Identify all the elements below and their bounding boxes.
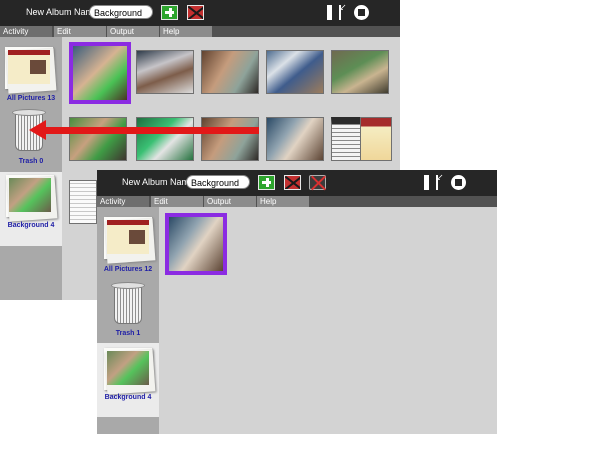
all-pictures-label: All Pictures 12 bbox=[103, 266, 153, 273]
tab-activity[interactable]: Activity bbox=[97, 196, 149, 207]
background-album[interactable] bbox=[6, 175, 58, 222]
album-name-input[interactable]: Background bbox=[89, 5, 153, 19]
tab-bar: Activity Edit Output Help bbox=[97, 196, 497, 207]
album-sidebar: All Pictures 12 Trash 1 Background 4 bbox=[97, 207, 159, 434]
add-album-icon[interactable] bbox=[161, 5, 178, 20]
photo-thumbnail[interactable] bbox=[201, 117, 259, 161]
all-pictures-label: All Pictures 13 bbox=[6, 95, 56, 102]
tab-help[interactable]: Help bbox=[160, 26, 212, 37]
tab-activity[interactable]: Activity bbox=[0, 26, 52, 37]
photo-thumbnail[interactable] bbox=[69, 117, 127, 161]
tab-output[interactable]: Output bbox=[204, 196, 256, 207]
delete-album-icon[interactable] bbox=[284, 175, 301, 190]
album-name-input[interactable]: Background bbox=[186, 175, 250, 189]
drag-arrow bbox=[44, 127, 259, 134]
photo-thumbnail[interactable] bbox=[360, 117, 392, 161]
photo-thumbnail[interactable] bbox=[136, 117, 194, 161]
photo-thumbnail[interactable] bbox=[69, 42, 131, 104]
photo-thumbnail[interactable] bbox=[201, 50, 259, 94]
background-label: Background 4 bbox=[104, 394, 152, 401]
delete-album-icon[interactable] bbox=[187, 5, 204, 20]
tab-help[interactable]: Help bbox=[257, 196, 309, 207]
stop-icon[interactable] bbox=[354, 5, 369, 20]
toolbar: New Album Name: Background bbox=[97, 170, 497, 196]
trash-can-body bbox=[114, 287, 142, 324]
background-album[interactable] bbox=[104, 348, 156, 395]
tab-output[interactable]: Output bbox=[107, 26, 159, 37]
photo-tray bbox=[159, 207, 497, 434]
tab-edit[interactable]: Edit bbox=[54, 26, 106, 37]
trash-can-lid bbox=[111, 282, 145, 289]
front-window: New Album Name: Background Activity Edit… bbox=[97, 170, 497, 434]
photo-thumbnail[interactable] bbox=[331, 50, 389, 94]
background-label: Background 4 bbox=[7, 222, 55, 229]
album-thumbnail bbox=[107, 220, 149, 254]
photo-thumbnail[interactable] bbox=[69, 180, 97, 224]
trash-label: Trash 1 bbox=[115, 330, 141, 337]
album-sidebar: All Pictures 13 Trash 0 Background 4 bbox=[0, 37, 62, 300]
trash-can-lid bbox=[12, 109, 46, 116]
tab-bar: Activity Edit Output Help bbox=[0, 26, 400, 37]
all-pictures-album[interactable] bbox=[104, 217, 156, 264]
photo-thumbnail[interactable] bbox=[136, 50, 194, 94]
photo-thumbnail[interactable] bbox=[266, 117, 324, 161]
remove-image-icon[interactable] bbox=[309, 175, 326, 190]
stop-icon[interactable] bbox=[451, 175, 466, 190]
trash-icon[interactable] bbox=[111, 282, 145, 324]
photo-thumbnail[interactable] bbox=[165, 213, 227, 275]
album-thumbnail bbox=[107, 351, 149, 385]
trash-label: Trash 0 bbox=[18, 158, 44, 165]
album-thumbnail bbox=[8, 50, 50, 84]
toolbar: New Album Name: Background bbox=[0, 0, 400, 26]
photo-thumbnail[interactable] bbox=[266, 50, 324, 94]
drag-arrow-head-icon bbox=[29, 120, 46, 140]
fit-view-icon[interactable] bbox=[424, 172, 444, 190]
fit-view-icon[interactable] bbox=[327, 2, 347, 20]
tab-edit[interactable]: Edit bbox=[151, 196, 203, 207]
add-album-icon[interactable] bbox=[258, 175, 275, 190]
all-pictures-album[interactable] bbox=[5, 47, 57, 94]
album-thumbnail bbox=[9, 178, 51, 212]
